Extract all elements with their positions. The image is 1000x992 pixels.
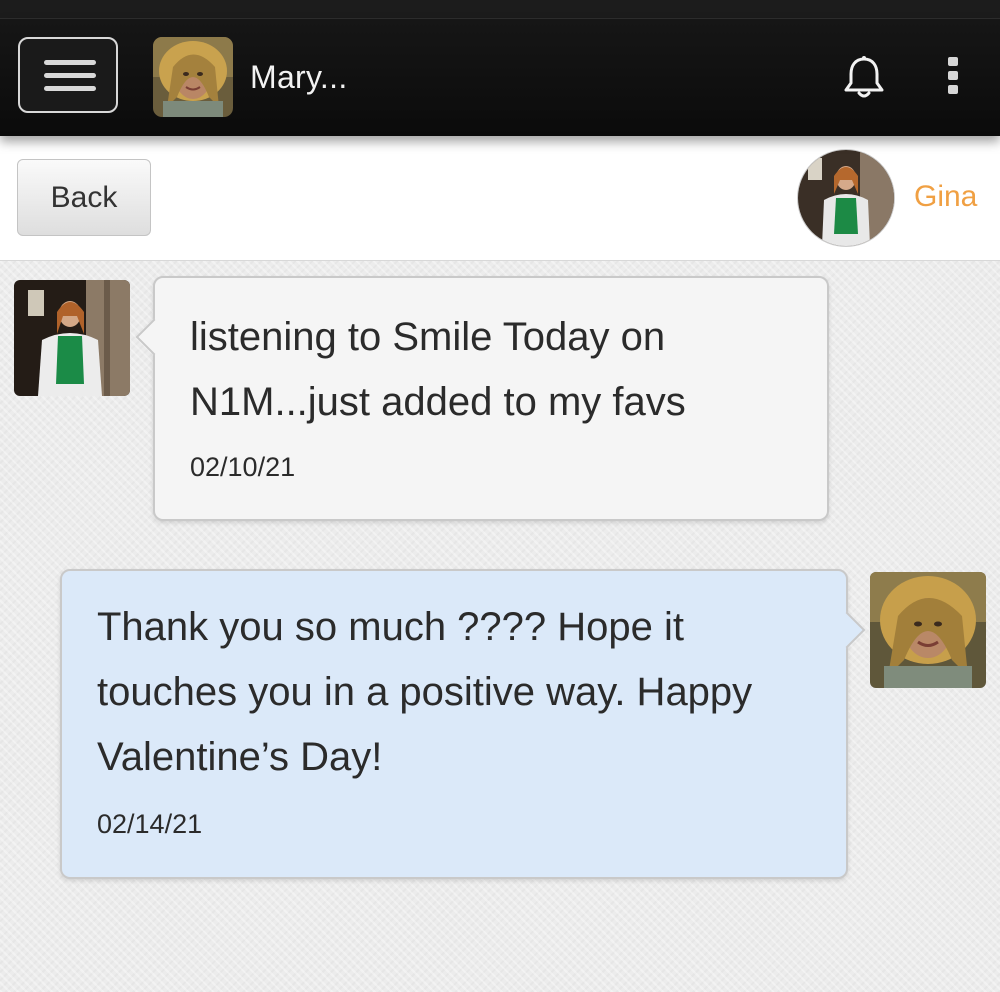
bell-icon[interactable] xyxy=(842,55,886,101)
status-strip xyxy=(0,0,1000,18)
kebab-menu-icon[interactable] xyxy=(940,55,966,95)
sender-avatar[interactable] xyxy=(14,280,130,396)
conversation-subheader: Back Gina xyxy=(0,135,1000,261)
bubble-tail xyxy=(135,318,173,356)
message-text: listening to Smile Today on N1M...just a… xyxy=(190,315,686,424)
menu-icon-bar xyxy=(44,60,96,65)
header-avatar[interactable] xyxy=(153,37,233,117)
own-avatar[interactable] xyxy=(870,572,986,688)
menu-icon-bar xyxy=(44,73,96,78)
message-date: 02/14/21 xyxy=(97,809,203,839)
bubble-tail xyxy=(828,611,866,649)
contact-avatar[interactable] xyxy=(798,150,894,246)
contact-name-link[interactable]: Gina xyxy=(914,180,977,214)
incoming-message-bubble: listening to Smile Today on N1M...just a… xyxy=(135,276,829,521)
menu-icon-bar xyxy=(44,86,96,91)
top-app-bar: Mary... xyxy=(0,18,1000,136)
outgoing-message-bubble: Thank you so much ???? Hope it touches y… xyxy=(60,569,866,879)
conversation-title: Mary... xyxy=(250,59,348,95)
message-text: Thank you so much ???? Hope it touches y… xyxy=(97,605,753,779)
message-date: 02/10/21 xyxy=(190,452,296,482)
menu-button[interactable] xyxy=(18,37,118,113)
back-button[interactable]: Back xyxy=(17,159,151,236)
